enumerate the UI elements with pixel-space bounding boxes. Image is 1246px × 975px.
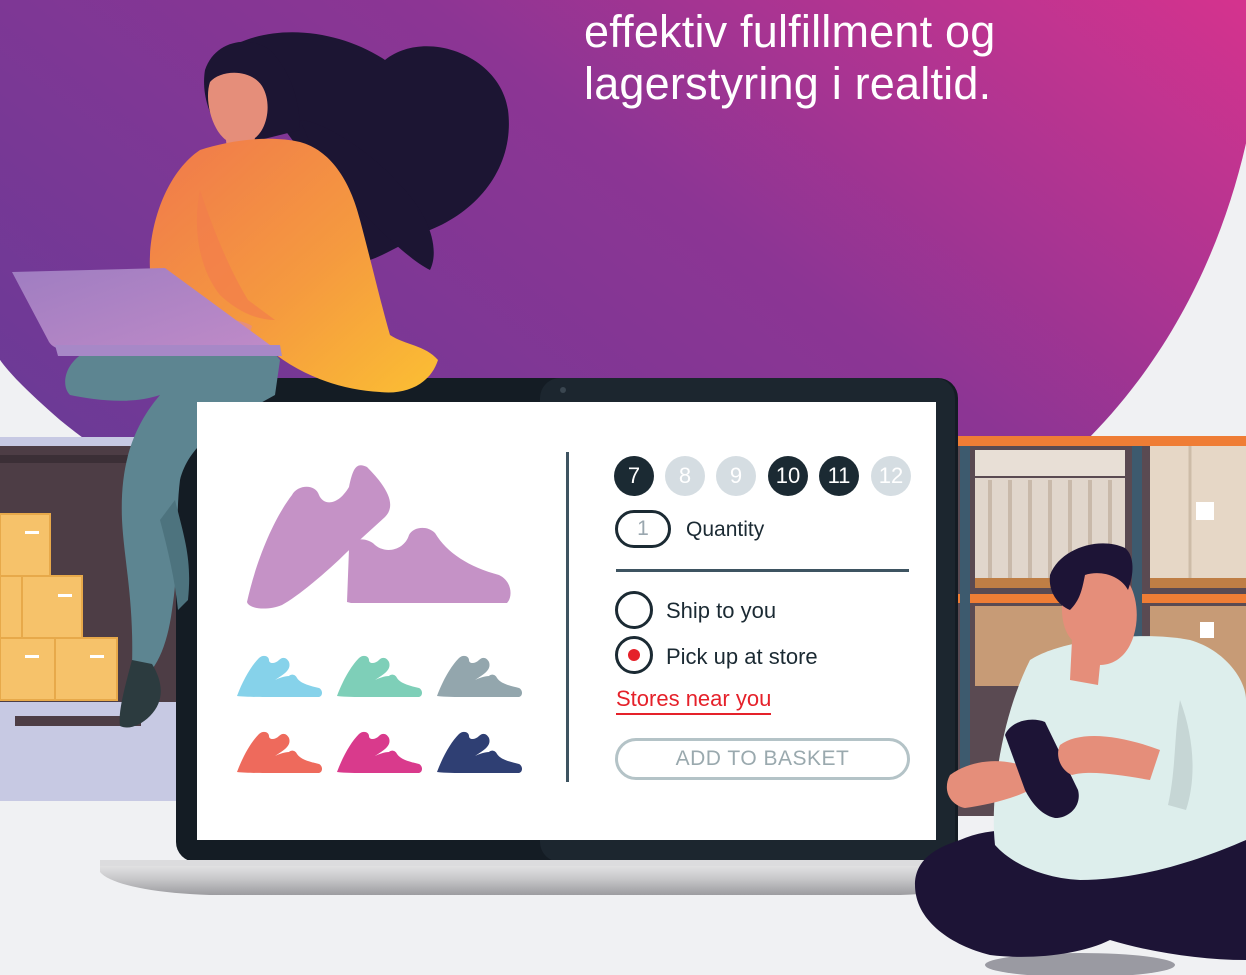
pick-up-label: Pick up at store xyxy=(666,644,818,669)
size-label: 11 xyxy=(827,463,851,488)
swatch-4[interactable] xyxy=(235,724,325,774)
sneaker-icon xyxy=(437,655,522,697)
radio-selected-dot xyxy=(628,649,640,661)
size-label: 10 xyxy=(775,463,801,488)
sneaker-icon xyxy=(337,731,422,773)
size-option[interactable]: 10 xyxy=(768,456,808,496)
sneaker-icon xyxy=(337,655,422,697)
headline-line-1: effektiv fulfillment og xyxy=(584,6,996,57)
vertical-divider xyxy=(566,452,569,782)
sneaker-icon xyxy=(347,527,511,603)
product-image xyxy=(247,465,511,609)
size-label: 8 xyxy=(678,463,692,488)
swatch-5[interactable] xyxy=(335,724,425,774)
quantity-input[interactable]: 1 xyxy=(615,510,671,548)
swatch-6[interactable] xyxy=(435,724,525,774)
size-option[interactable]: 7 xyxy=(614,456,654,496)
ship-to-you-label: Ship to you xyxy=(666,598,777,623)
sneaker-icon xyxy=(237,655,322,697)
horizontal-divider xyxy=(616,569,909,572)
stores-near-you-link[interactable]: Stores near you xyxy=(616,686,772,715)
sneaker-icon xyxy=(437,731,522,773)
swatch-3[interactable] xyxy=(435,648,525,698)
size-option[interactable]: 11 xyxy=(819,456,859,496)
pick-up-radio[interactable] xyxy=(615,636,653,674)
size-option[interactable]: 8 xyxy=(665,456,705,496)
add-to-basket-button[interactable]: ADD TO BASKET xyxy=(615,738,910,780)
quantity-label: Quantity xyxy=(686,518,765,541)
swatch-1[interactable] xyxy=(235,648,325,698)
size-option[interactable]: 9 xyxy=(716,456,756,496)
headline: effektiv fulfillment og lagerstyring i r… xyxy=(584,0,1224,110)
ship-to-you-radio[interactable] xyxy=(615,591,653,629)
swatch-2[interactable] xyxy=(335,648,425,698)
size-label: 9 xyxy=(729,463,743,488)
sneaker-icon xyxy=(237,731,322,773)
size-option[interactable]: 12 xyxy=(871,456,911,496)
product-screen: 7 8 9 10 11 12 1 Quantity Ship to you Pi… xyxy=(197,402,936,840)
headline-line-2: lagerstyring i realtid. xyxy=(584,58,992,109)
size-label: 7 xyxy=(627,463,641,488)
size-label: 12 xyxy=(878,463,904,488)
